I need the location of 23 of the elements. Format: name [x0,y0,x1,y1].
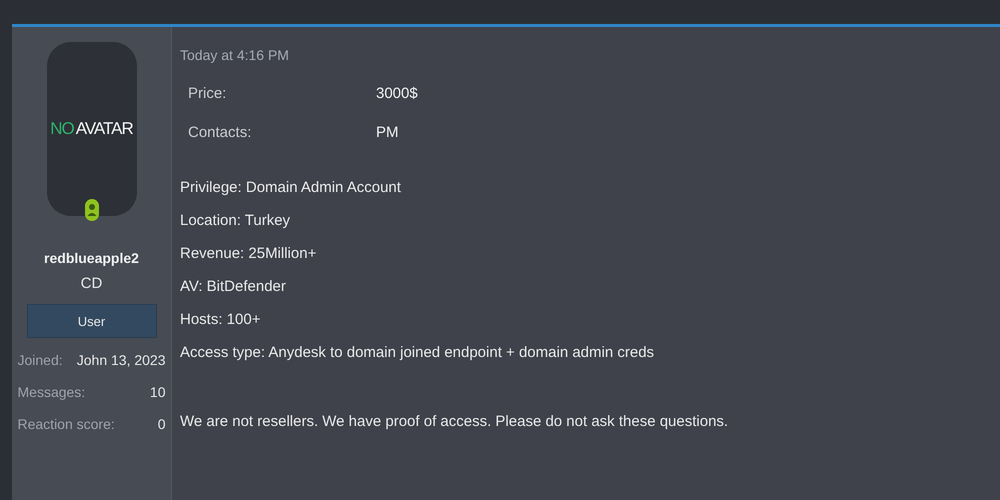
post-text-line: We are not resellers. We have proof of access. Please do not ask these questions. [180,413,730,430]
user-role-banner: User [26,304,156,338]
post-text-line: Privilege: Domain Admin Account [180,179,402,196]
stat-value: 10 [150,384,166,400]
post-text-line: Hosts: 100+ [180,311,262,328]
field-label: Contacts: [188,124,252,141]
field-label: Price: [188,85,228,102]
stat-label: Joined: [18,352,63,368]
stat-label: Reaction score: [18,416,115,432]
post-text-line: AV: BitDefender [180,278,287,295]
post-time-link[interactable]: Today at 4:16 PM [180,47,992,63]
avatar-text: AVATAR [76,119,133,139]
post-text-line: Location: Turkey [180,212,292,229]
stat-value: 0 [158,416,166,432]
field-value: PM [376,124,400,141]
username-link[interactable]: redblueapple2 [44,250,139,266]
user-title: CD [80,275,102,292]
stat-value: John 13, 2023 [76,352,166,368]
stat-label: Messages: [18,384,86,400]
post-text-line: Revenue: 25Million+ [180,245,318,262]
field-value: 3000$ [376,85,419,102]
post-text-line: Access type: Anydesk to domain joined endpoint + domain admin creds [180,344,656,361]
avatar-text: NO [50,119,74,139]
